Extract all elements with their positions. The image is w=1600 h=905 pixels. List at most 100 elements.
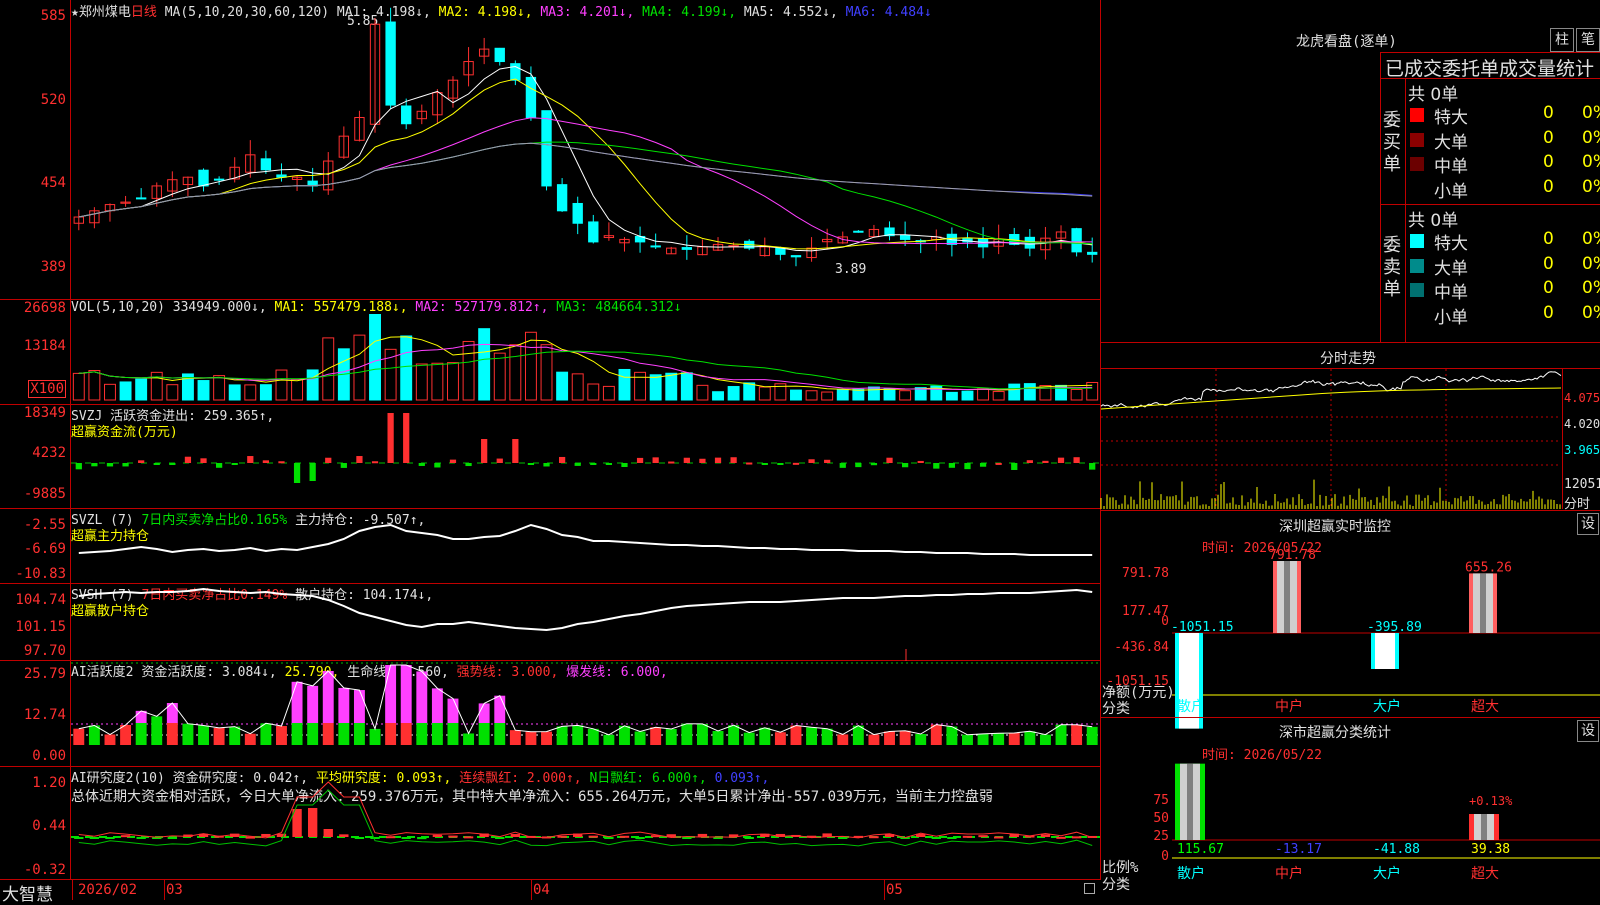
- research-bar: [370, 837, 380, 840]
- research-bar: [510, 834, 521, 837]
- intraday-chart[interactable]: [1100, 369, 1562, 509]
- flow-bar: [668, 461, 675, 464]
- active-bar: [884, 731, 895, 745]
- flow-bar: [527, 463, 535, 465]
- research-bar: [1056, 836, 1066, 839]
- active-bar: [556, 726, 568, 745]
- active-bar: [353, 723, 365, 745]
- active-bar: [650, 727, 662, 745]
- flow-bar: [403, 413, 410, 463]
- volume-bar: [228, 384, 241, 401]
- ma-line: [78, 65, 1093, 252]
- volume-bar: [680, 372, 693, 401]
- active-bar: [494, 723, 506, 745]
- sz-monitor-chart[interactable]: -1051.15 散户 791.78 中户 -395.89 大户 655.26 超大: [1171, 540, 1600, 729]
- color-swatch: [1410, 283, 1424, 297]
- price-tick-label: 454: [40, 175, 66, 191]
- sz-monitor-title: 深圳超赢实时监控: [1279, 519, 1391, 535]
- active-bar: [229, 726, 241, 745]
- category-label: 大户: [1373, 865, 1401, 882]
- order-type-label: 特大: [1434, 108, 1468, 128]
- flow-bar: [714, 457, 722, 463]
- active-bar: [915, 733, 927, 745]
- active-bar: [291, 723, 303, 745]
- active-bar: [322, 723, 334, 745]
- vol-unit-label: X100: [28, 380, 66, 398]
- sz-class-chart[interactable]: 115.67 散户 -13.17 中户 -41.88 大户 39.38 超大 +0.13%: [1172, 760, 1600, 900]
- volume-bar: [197, 380, 210, 401]
- sz-monitor-settings-button[interactable]: 设: [1577, 513, 1599, 535]
- active-bar: [837, 734, 849, 745]
- monitor-bar-label: -395.89: [1367, 620, 1422, 635]
- flow-bar: [605, 463, 613, 465]
- volume-bar: [821, 391, 834, 401]
- research-bar: [167, 837, 178, 839]
- volume-bar: [306, 369, 319, 401]
- candle: [1087, 251, 1098, 255]
- flow-bar: [1089, 463, 1096, 470]
- flow-bar: [948, 463, 956, 468]
- active-bar: [541, 731, 552, 745]
- active-line: [78, 664, 1093, 736]
- brand-label[interactable]: 大智慧: [2, 880, 53, 905]
- flow-bar: [917, 460, 924, 463]
- active-bar-top: [338, 687, 350, 723]
- main-position-chart[interactable]: [71, 509, 1100, 583]
- volume-bar: [1008, 383, 1021, 401]
- lock-icon[interactable]: [1084, 883, 1095, 894]
- flow-bar: [278, 461, 285, 464]
- volume-bar: [493, 352, 506, 401]
- monitor-bar: [1469, 573, 1497, 633]
- sz-class-tick: 50: [1153, 811, 1169, 826]
- flow-bar: [309, 463, 316, 481]
- volume-chart[interactable]: [71, 300, 1100, 404]
- bar-mode-button[interactable]: 柱: [1550, 28, 1574, 52]
- active-bar-top: [291, 681, 303, 723]
- fund-flow-chart[interactable]: [71, 405, 1100, 508]
- order-type-label: 小单: [1434, 307, 1468, 328]
- ai-research-chart[interactable]: [71, 767, 1100, 879]
- retail-position-chart[interactable]: [71, 584, 1100, 660]
- chart-area[interactable]: ★郑州煤电日线 MA(5,10,20,30,60,120) MA1: 4.198…: [0, 0, 1101, 905]
- flow-bar: [465, 463, 472, 467]
- active-bar: [899, 730, 911, 745]
- flow-bar: [1011, 463, 1018, 470]
- active-bar: [665, 729, 677, 745]
- volume-bar: [587, 383, 600, 401]
- volume-bar: [571, 373, 584, 401]
- flow-bar: [340, 463, 347, 468]
- active-bar: [759, 727, 771, 745]
- flow-bar: [371, 461, 379, 464]
- svzj-tick: -9885: [23, 486, 66, 502]
- active-bar: [182, 723, 194, 745]
- monitor-bar: [1371, 633, 1399, 669]
- flow-bar: [886, 457, 893, 463]
- active-bar: [276, 726, 287, 745]
- price-tick-label: 585: [40, 8, 66, 24]
- flow-bar: [1057, 457, 1065, 463]
- research-bar: [931, 837, 941, 839]
- sz-monitor-tick: 0: [1161, 614, 1169, 629]
- order-percent: 0%: [1582, 127, 1600, 148]
- svzj-tick: 4232: [32, 445, 66, 461]
- flow-bar: [512, 439, 519, 463]
- flow-bar: [824, 459, 831, 463]
- volume-bar: [634, 371, 647, 401]
- category-label: 超大: [1471, 699, 1499, 715]
- flow-bar: [558, 456, 566, 463]
- sz-class-settings-button[interactable]: 设: [1577, 720, 1599, 742]
- candlestick-chart[interactable]: [71, 0, 1100, 299]
- volume-bar: [119, 381, 132, 401]
- volume-bar: [743, 382, 756, 401]
- ma-line: [78, 141, 1093, 245]
- ai-active-tick: 25.79: [23, 666, 66, 682]
- active-bar: [369, 728, 381, 745]
- order-mode-button[interactable]: 笔: [1576, 28, 1600, 52]
- active-bar: [431, 723, 443, 745]
- ai-active-tick: 12.74: [23, 707, 66, 723]
- class-value-label: -13.17: [1275, 842, 1322, 857]
- vol-tick-label: 13184: [23, 338, 66, 354]
- active-bar: [852, 725, 864, 745]
- ai-active-chart[interactable]: [71, 649, 1100, 766]
- order-type-label: 小单: [1434, 181, 1468, 202]
